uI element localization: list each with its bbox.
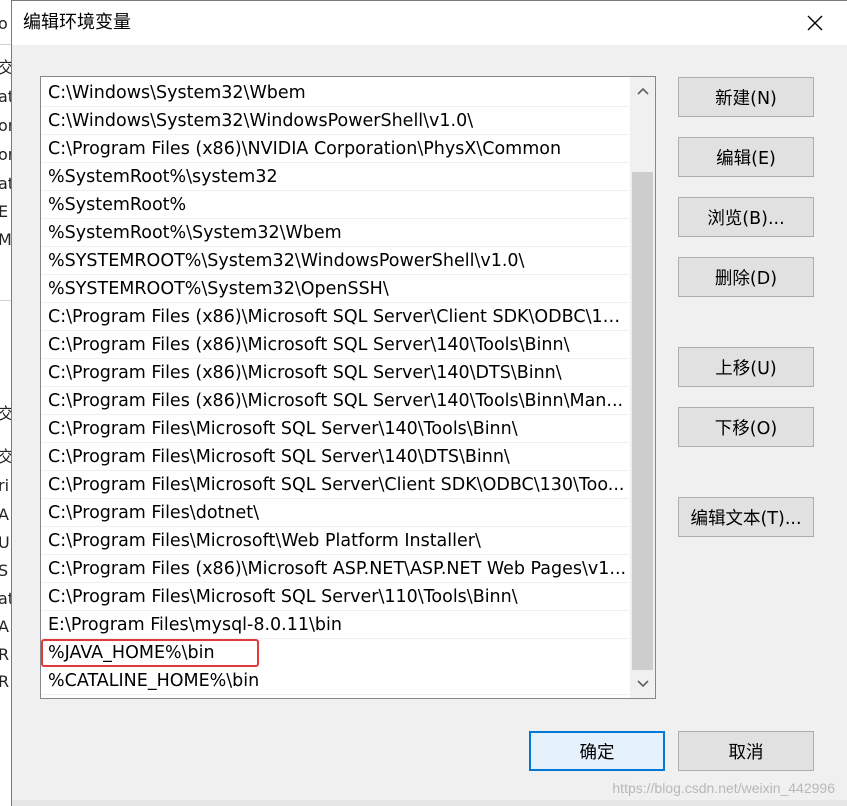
list-item[interactable]: C:\Program Files (x86)\Microsoft ASP.NET… [41,555,629,583]
bg-fragment: o [0,14,8,34]
cancel-button[interactable]: 取消 [678,731,814,771]
list-item[interactable]: C:\Windows\System32\WindowsPowerShell\v1… [41,107,629,135]
list-item[interactable]: %SYSTEMROOT%\System32\OpenSSH\ [41,275,629,303]
bg-fragment: R [0,672,9,692]
path-list[interactable]: C:\Windows\System32\Wbem C:\Windows\Syste… [40,76,656,699]
move-down-button[interactable]: 下移(O) [678,407,814,447]
list-item[interactable]: C:\Program Files\Microsoft SQL Server\Cl… [41,471,629,499]
list-item[interactable]: E:\Program Files\mysql-8.0.11\bin [41,611,629,639]
scroll-up-button[interactable] [630,77,655,105]
list-item[interactable]: %SystemRoot% [41,191,629,219]
list-item[interactable]: C:\Windows\System32\Wbem [41,79,629,107]
list-item[interactable]: %SYSTEMROOT%\System32\WindowsPowerShell\… [41,247,629,275]
title-bar[interactable]: 编辑环境变量 [12,1,847,45]
list-item[interactable]: %SystemRoot%\system32 [41,163,629,191]
edit-env-var-dialog: 编辑环境变量 C:\Windows\System32\Wbem C:\Window… [11,0,847,806]
vertical-scrollbar[interactable] [630,77,655,698]
list-item[interactable]: C:\Program Files (x86)\Microsoft SQL Ser… [41,387,629,415]
list-item[interactable]: C:\Program Files (x86)\Microsoft SQL Ser… [41,359,629,387]
bg-fragment: A [0,505,9,525]
watermark: https://blog.csdn.net/weixin_442996 [612,780,835,796]
bg-fragment: E [0,202,8,222]
edit-text-button[interactable]: 编辑文本(T)... [678,497,814,537]
close-icon [807,15,823,31]
scrollbar-thumb[interactable] [632,172,653,670]
list-item[interactable]: C:\Program Files\Microsoft SQL Server\14… [41,443,629,471]
bottom-strip [12,800,847,806]
bg-fragment: S [0,561,8,581]
list-item[interactable]: %CATALINE_HOME%\bin [41,667,629,695]
browse-button[interactable]: 浏览(B)... [678,197,814,237]
list-item[interactable]: C:\Program Files (x86)\Microsoft SQL Ser… [41,331,629,359]
edit-button[interactable]: 编辑(E) [678,137,814,177]
list-item[interactable]: C:\Program Files (x86)\NVIDIA Corporatio… [41,135,629,163]
list-item[interactable]: C:\Program Files\dotnet\ [41,499,629,527]
delete-button[interactable]: 删除(D) [678,257,814,297]
chevron-down-icon [636,680,649,688]
list-item[interactable]: C:\Program Files\Microsoft\Web Platform … [41,527,629,555]
path-list-rows: C:\Windows\System32\Wbem C:\Windows\Syste… [41,79,629,695]
list-item[interactable]: C:\Program Files\Microsoft SQL Server\11… [41,583,629,611]
close-button[interactable] [801,9,829,37]
list-item-highlighted[interactable]: %JAVA_HOME%\bin [41,639,259,667]
list-item[interactable]: %SystemRoot%\System32\Wbem [41,219,629,247]
move-up-button[interactable]: 上移(U) [678,347,814,387]
list-item[interactable]: C:\Program Files (x86)\Microsoft SQL Ser… [41,303,629,331]
dialog-title: 编辑环境变量 [23,12,131,33]
scroll-down-button[interactable] [630,670,655,698]
ok-button[interactable]: 确定 [529,731,665,771]
chevron-up-icon [636,87,649,95]
new-button[interactable]: 新建(N) [678,77,814,117]
bg-fragment: R [0,645,9,665]
bg-fragment: U [0,533,10,553]
bg-fragment: A [0,617,9,637]
list-item[interactable]: C:\Program Files\Microsoft SQL Server\14… [41,415,629,443]
bg-fragment: ri [0,476,10,495]
